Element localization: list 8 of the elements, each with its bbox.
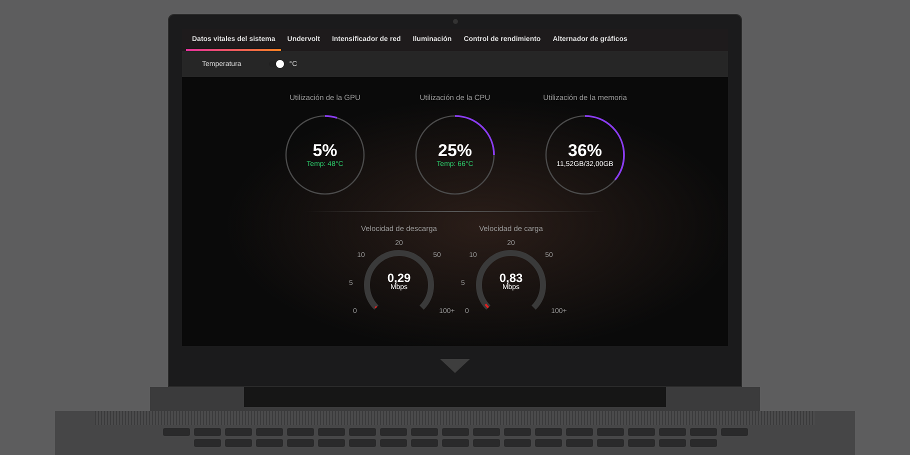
- usage-value: 25%: [438, 142, 472, 159]
- usage-value: 36%: [568, 142, 602, 159]
- speed-value: 0,29: [387, 272, 411, 284]
- camera-icon: [453, 19, 458, 24]
- speed-value: 0,83: [499, 272, 523, 284]
- temperature-toggle[interactable]: [269, 61, 284, 67]
- v-logo-icon: [440, 359, 470, 373]
- usage-value: 5%: [312, 142, 338, 159]
